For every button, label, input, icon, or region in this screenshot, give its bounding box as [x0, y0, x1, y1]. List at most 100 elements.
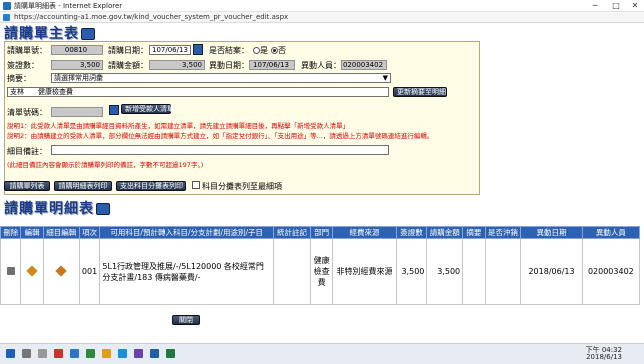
closed-label: 是否結案： — [209, 46, 249, 55]
master-form-panel: 請購單號： 00810 請購日期： 107/06/13 是否結案： 是 否 簽證… — [4, 41, 480, 195]
pencil-icon-2[interactable] — [55, 264, 67, 277]
address-url[interactable]: https://accounting-a1.moe.gov.tw/kind_vo… — [14, 13, 288, 21]
radio-yes[interactable] — [253, 47, 260, 54]
closed-yes-option[interactable]: 是 — [253, 45, 268, 56]
main-title-text: 請購單主表 — [4, 26, 79, 42]
voucher-ref-label: 清單號碼： — [7, 108, 47, 117]
col-account: 可用科目/預計轉入科目/分支計劃/用途別/子目 — [99, 226, 275, 239]
table-row: 001 5L1行政管理及推展/-/5L120000 各校經常門分支計畫/183 … — [0, 238, 641, 305]
col-delete: 刪除 — [0, 226, 22, 239]
sign-amount-label: 簽證數： — [7, 61, 39, 70]
summary-select[interactable]: 請選擇常用詞彙 ▼ — [51, 73, 391, 83]
voucher-no-field: 00810 — [51, 45, 103, 55]
detail-title: 請購單明細表 — [4, 198, 110, 218]
amount-cell: 3,500 — [426, 238, 464, 305]
ie-taskbar-icon[interactable] — [118, 349, 127, 358]
calendar-icon[interactable] — [193, 44, 203, 55]
sign-amount-field: 3,500 — [51, 60, 103, 70]
summary-label: 摘要： — [7, 74, 31, 83]
note-1: 說明1：此受款人清單是由請購單經目資料所產生，如需建立清單，請先建立請購單細目後… — [7, 122, 350, 130]
col-stat-note: 統計註記 — [273, 226, 311, 239]
request-date-input[interactable]: 107/06/13 — [149, 45, 191, 55]
trash-icon[interactable] — [6, 266, 15, 275]
lock-icon — [3, 14, 10, 21]
closed-no-option[interactable]: 否 — [271, 45, 286, 56]
item-edit-cell[interactable] — [42, 238, 80, 305]
print-detail-button[interactable]: 請購明細表列印 — [54, 181, 112, 191]
sign-cell: 3,500 — [395, 238, 428, 305]
app-icon-2[interactable] — [70, 349, 79, 358]
seq-cell: 001 — [78, 238, 101, 305]
edit-cell[interactable] — [20, 238, 44, 305]
close-window-button[interactable]: ✕ — [624, 0, 644, 12]
summary-cell — [462, 238, 486, 305]
change-user-field: 020003402 — [341, 60, 387, 70]
page-content: 請購單主表 請購單號： 00810 請購日期： 107/06/13 是否結案： … — [0, 23, 644, 343]
add-user-icon — [109, 105, 119, 115]
dept-cell: 健康檢查費 — [309, 238, 334, 305]
item-note-label: 細目備註： — [7, 147, 47, 156]
col-sign: 簽證數 — [395, 226, 428, 239]
voucher-no-label: 請購單號： — [7, 46, 47, 55]
col-amount: 請購金額 — [426, 226, 464, 239]
start-icon[interactable] — [6, 349, 15, 358]
address-bar[interactable]: https://accounting-a1.moe.gov.tw/kind_vo… — [0, 12, 644, 23]
taskbar: 下午 04:32 2018/6/13 — [0, 343, 644, 364]
window-titlebar: 請購單明細表 - Internet Explorer ─ □ ✕ — [0, 0, 644, 12]
change-user-label: 異動人員： — [301, 61, 341, 70]
col-seq: 項次 — [78, 226, 101, 239]
delete-cell[interactable] — [0, 238, 22, 305]
request-amount-field: 3,500 — [149, 60, 205, 70]
col-fund: 經費來源 — [332, 226, 397, 239]
close-button[interactable]: 關閉 — [172, 315, 200, 325]
pencil-icon[interactable] — [26, 264, 38, 277]
radio-no[interactable] — [271, 47, 278, 54]
item-note-hint: (此細目備註內容會顯示於請購單列印的備註，字數不可超過197字。) — [7, 161, 204, 169]
item-note-input[interactable] — [51, 145, 389, 155]
add-beneficiary-button[interactable]: 新增受款人清單 — [121, 104, 174, 114]
fund-cell: 非特別經費來源 — [332, 238, 397, 305]
stat-note-cell — [273, 238, 311, 305]
share-checkbox-label: 科目分攤表列至最細項 — [202, 182, 282, 191]
window-title: 請購單明細表 - Internet Explorer — [14, 2, 123, 10]
col-dept: 部門 — [309, 226, 334, 239]
minimize-button[interactable]: ─ — [584, 0, 606, 12]
summary-select-value: 請選擇常用詞彙 — [54, 74, 103, 82]
change-date-label: 異動日期： — [209, 61, 249, 70]
ie-icon — [3, 2, 11, 10]
update-summary-button[interactable]: 更新摘要至明細 — [393, 87, 447, 97]
folder-icon[interactable] — [102, 349, 111, 358]
col-item-edit: 細目編輯 — [42, 226, 80, 239]
date-cell: 2018/06/13 — [520, 238, 583, 305]
col-edit: 編輯 — [20, 226, 44, 239]
summary-text-input[interactable]: 支林 健康檢查費 — [7, 87, 389, 97]
main-title: 請購單主表 — [4, 23, 95, 43]
book-icon-2 — [96, 203, 110, 215]
detail-title-text: 請購單明細表 — [4, 201, 94, 217]
note-2: 說明2：由請購建立的受款人清單，部分欄位無法經由請購單方式建立，如「指定兌付銀行… — [7, 132, 434, 140]
account-cell: 5L1行政管理及推展/-/5L120000 各校經常門分支計畫/183 傳病醫藥… — [99, 238, 275, 305]
excel-icon[interactable] — [166, 349, 175, 358]
app-icon-3[interactable] — [86, 349, 95, 358]
app-icon-4[interactable] — [134, 349, 143, 358]
user-cell: 020003402 — [581, 238, 641, 305]
word-icon[interactable] — [150, 349, 159, 358]
closed-yes-text: 是 — [260, 46, 268, 55]
change-date-field: 107/06/13 — [249, 60, 295, 70]
search-icon[interactable] — [22, 349, 31, 358]
app-icon-1[interactable] — [54, 349, 63, 358]
col-date: 異動日期 — [520, 226, 583, 239]
detail-table: 刪除 編輯 細目編輯 項次 可用科目/預計轉入科目/分支計劃/用途別/子目 統計… — [0, 226, 641, 305]
chevron-down-icon: ▼ — [382, 74, 388, 82]
offset-cell — [484, 238, 522, 305]
book-icon — [81, 28, 95, 40]
task-view-icon[interactable] — [38, 349, 47, 358]
voucher-list-button[interactable]: 請購單列表 — [4, 181, 50, 191]
col-summary: 摘要 — [462, 226, 486, 239]
request-date-label: 請購日期： — [108, 46, 148, 55]
voucher-ref-field — [51, 107, 103, 117]
budget-print-button[interactable]: 支出科目分攤表列印 — [116, 181, 186, 191]
clock[interactable]: 下午 04:32 2018/6/13 — [586, 347, 622, 361]
share-checkbox[interactable] — [192, 181, 200, 189]
table-header-row: 刪除 編輯 細目編輯 項次 可用科目/預計轉入科目/分支計劃/用途別/子目 統計… — [0, 226, 641, 239]
